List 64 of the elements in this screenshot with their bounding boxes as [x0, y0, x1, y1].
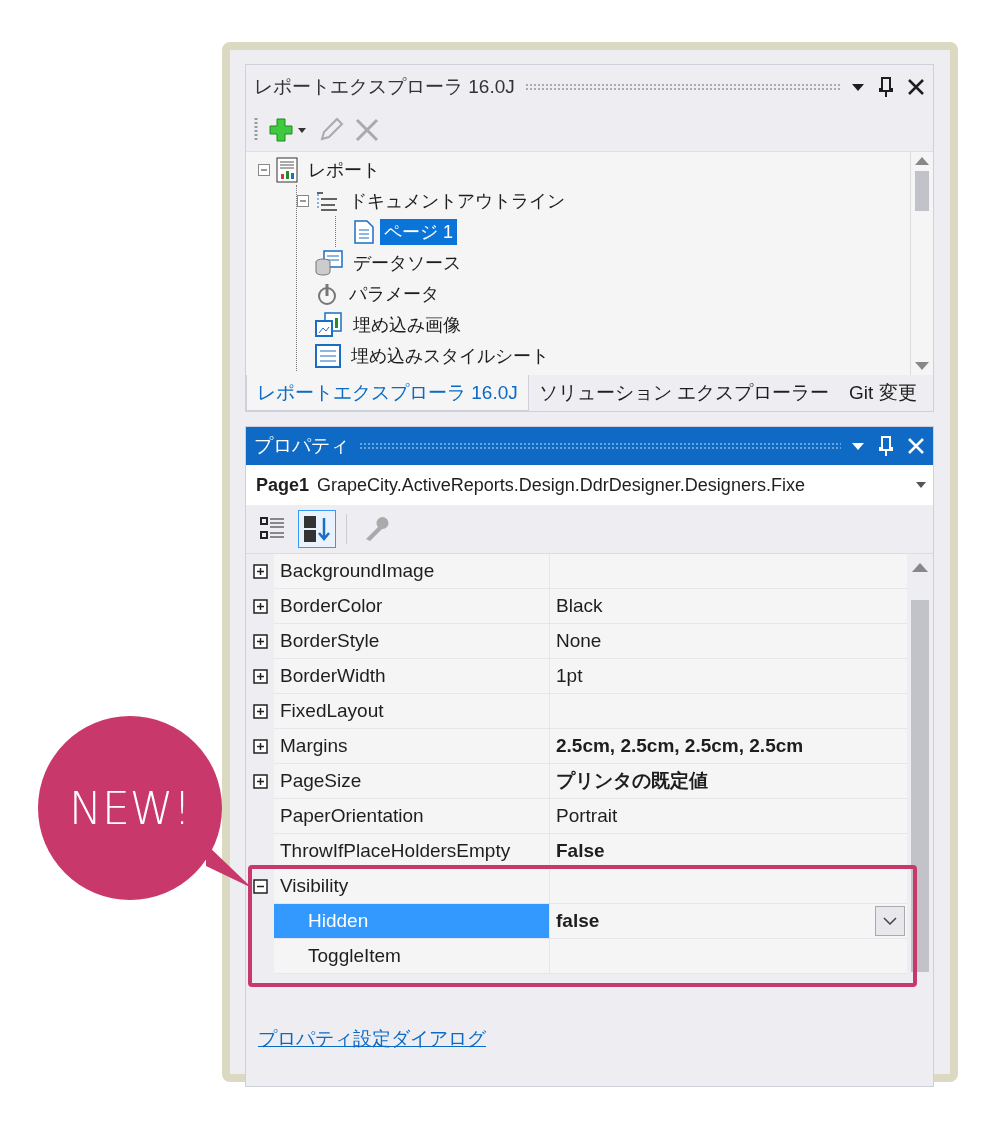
property-name[interactable]: ToggleItem [274, 939, 550, 974]
object-name: Page1 [256, 474, 310, 496]
property-name[interactable]: FixedLayout [274, 694, 550, 729]
collapse-icon[interactable] [252, 879, 268, 894]
property-name[interactable]: PaperOrientation [274, 799, 550, 834]
dropdown-icon[interactable] [915, 481, 927, 489]
scroll-up-icon[interactable] [915, 156, 929, 165]
property-name[interactable]: BorderWidth [274, 659, 550, 694]
expand-icon[interactable] [252, 739, 268, 754]
image-icon [315, 311, 343, 338]
property-name[interactable]: PageSize [274, 764, 550, 799]
callout-bubble: NEW! [38, 716, 222, 900]
database-icon [315, 249, 343, 276]
property-value: プリンタの既定値 [550, 764, 907, 799]
tree-item[interactable]: パラメータ [345, 280, 443, 307]
expand-icon[interactable] [252, 774, 268, 789]
expand-icon[interactable] [252, 634, 268, 649]
property-value: None [550, 624, 907, 659]
panel-tab[interactable]: ソリューション エクスプローラー [528, 375, 840, 411]
scroll-up-icon[interactable] [912, 562, 928, 572]
scrollbar-thumb[interactable] [911, 600, 929, 972]
tree-item[interactable]: 埋め込み画像 [349, 311, 465, 338]
panel-title: プロパティ [254, 434, 349, 458]
parameter-icon [315, 281, 339, 306]
property-value: 1pt [550, 659, 907, 694]
close-icon[interactable] [907, 78, 925, 96]
tree-item[interactable]: 埋め込みスタイルシート [347, 342, 553, 369]
outline-icon [315, 189, 339, 212]
property-value: Portrait [550, 799, 907, 834]
tree-item[interactable]: ドキュメントアウトライン [345, 187, 569, 214]
property-name[interactable]: Margins [274, 729, 550, 764]
property-name[interactable]: BackgroundImage [274, 554, 550, 589]
sort-alpha-icon[interactable] [302, 514, 332, 544]
grip-icon [254, 118, 258, 142]
tree-item[interactable]: データソース [349, 249, 465, 276]
report-icon [276, 156, 298, 183]
chevron-down-icon [883, 917, 897, 925]
object-selector[interactable]: Page1 GrapeCity.ActiveReports.Design.DdrDesigner.Designers.Fixe [246, 465, 933, 505]
tree-item[interactable]: ページ 1 [380, 218, 457, 245]
stylesheet-icon [315, 343, 341, 368]
expand-icon[interactable] [252, 704, 268, 719]
property-name[interactable]: Visibility [274, 869, 550, 904]
tree-item[interactable]: レポート [304, 156, 384, 183]
panel-tab[interactable]: Git 変更 [839, 375, 927, 411]
dropdown-button[interactable] [875, 906, 905, 936]
property-dialog-link[interactable]: プロパティ設定ダイアログ [258, 1028, 486, 1049]
scroll-down-icon[interactable] [915, 362, 929, 371]
expand-icon[interactable] [252, 669, 268, 684]
property-value: 2.5cm, 2.5cm, 2.5cm, 2.5cm [550, 729, 907, 764]
add-icon[interactable] [268, 117, 308, 143]
page-icon [354, 219, 374, 244]
property-value-field[interactable]: false [550, 904, 907, 939]
property-name[interactable]: BorderStyle [274, 624, 550, 659]
expand-icon[interactable] [252, 599, 268, 614]
scrollbar-thumb[interactable] [915, 171, 929, 211]
expand-icon[interactable] [252, 564, 268, 579]
pin-icon[interactable] [879, 76, 893, 98]
property-name[interactable]: BorderColor [274, 589, 550, 624]
object-type: GrapeCity.ActiveReports.Design.DdrDesigner.Designers.Fixe [317, 474, 806, 496]
panel-tab[interactable]: レポートエクスプローラ 16.0J [246, 375, 529, 411]
property-value: Black [550, 589, 907, 624]
panel-title: レポートエクスプローラ 16.0J [254, 75, 515, 99]
dropdown-icon[interactable] [851, 82, 865, 92]
categorized-icon[interactable] [259, 516, 287, 542]
